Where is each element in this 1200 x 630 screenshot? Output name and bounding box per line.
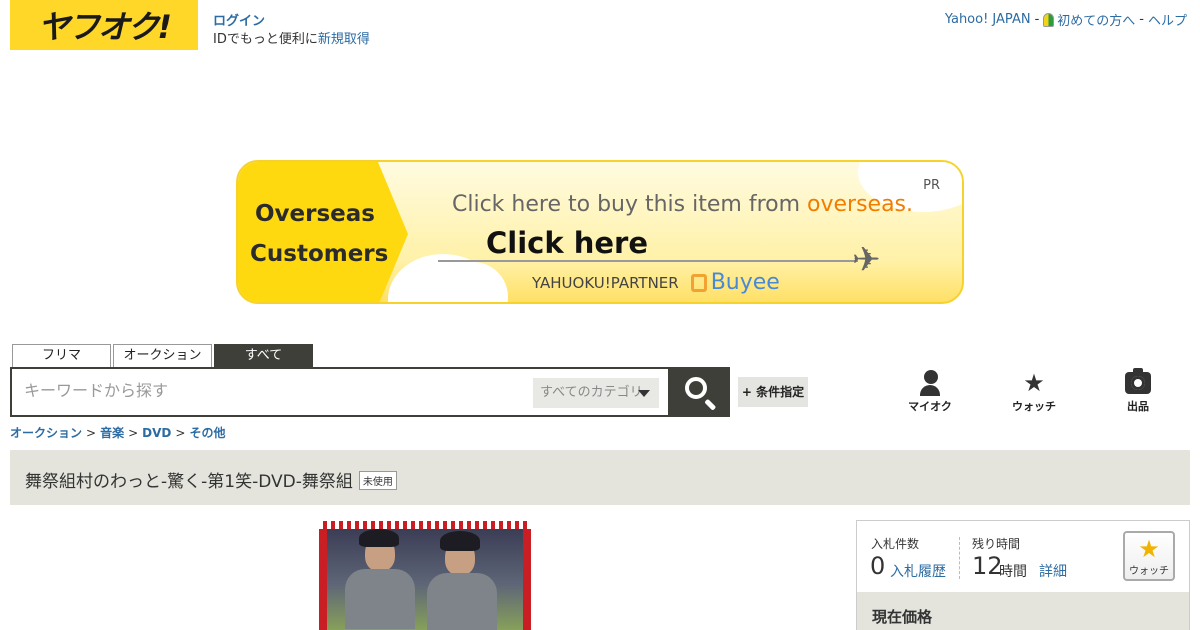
bids-count: 0: [870, 552, 886, 580]
current-price-title: 現在価格: [872, 608, 933, 626]
login-link[interactable]: ログイン: [213, 10, 265, 29]
item-title-bar: 舞祭組村のわっと-驚く-第1笑-DVD-舞祭組 未使用: [10, 450, 1190, 505]
beginner-link[interactable]: 初めての方へ: [1043, 10, 1135, 29]
item-title-text: 舞祭組村のわっと-驚く-第1笑-DVD-舞祭組: [25, 472, 353, 492]
partner-label: YAHUOKU!PARTNER: [532, 273, 679, 292]
camera-icon: [1125, 368, 1151, 394]
search-icon: [685, 377, 707, 399]
banner-click-here[interactable]: Click here: [486, 226, 648, 260]
watch-list-button[interactable]: ★ ウォッチ: [1004, 370, 1064, 414]
watch-button[interactable]: ★ ウォッチ: [1123, 531, 1175, 581]
star-icon: ★: [1138, 535, 1160, 563]
breadcrumb-music[interactable]: 音楽: [100, 426, 124, 440]
help-link[interactable]: ヘルプ: [1148, 10, 1187, 29]
person-figure: [440, 531, 480, 551]
breadcrumb-other[interactable]: その他: [189, 426, 225, 440]
person-figure: [359, 529, 399, 547]
breadcrumb-dvd[interactable]: DVD: [142, 426, 171, 440]
airplane-icon: ✈: [852, 240, 881, 280]
image-border-stripes: [319, 521, 531, 529]
chevron-down-icon: [638, 390, 650, 397]
banner-left-line1: Overseas: [255, 201, 375, 227]
myauc-label: マイオク: [908, 400, 952, 413]
time-left-value: 12: [972, 552, 1003, 580]
star-icon: ★: [1023, 369, 1045, 397]
search-input[interactable]: [24, 381, 524, 400]
watch-button-label: ウォッチ: [1129, 566, 1169, 577]
banner-headline-text: Click here to buy this item from: [452, 192, 808, 217]
breadcrumb: オークション > 音楽 > DVD > その他: [10, 424, 225, 441]
banner-partner: YAHUOKU!PARTNER Buyee: [532, 270, 780, 295]
bid-history-link[interactable]: 入札履歴: [890, 561, 946, 581]
category-select[interactable]: すべてのカテゴリ: [533, 378, 659, 408]
yahuoku-logo[interactable]: ヤフオク!: [10, 0, 198, 50]
time-left-label: 残り時間: [972, 537, 1021, 551]
banner-headline: Click here to buy this item from oversea…: [452, 192, 913, 217]
banner-left-text: Overseas Customers: [250, 194, 389, 274]
condition-button[interactable]: + 条件指定: [738, 377, 808, 407]
top-links-separator: -: [1139, 12, 1144, 27]
user-icon: [920, 370, 940, 396]
breadcrumb-separator: >: [128, 426, 139, 440]
banner-headline-accent: overseas.: [807, 192, 914, 217]
tab-auction[interactable]: オークション: [113, 344, 212, 368]
buyee-logo: Buyee: [690, 270, 780, 295]
item-title: 舞祭組村のわっと-驚く-第1笑-DVD-舞祭組 未使用: [25, 467, 397, 492]
id-prefix-text: IDでもっと便利に: [213, 32, 318, 47]
buyee-overseas-banner[interactable]: Overseas Customers PR Click here to buy …: [236, 160, 964, 304]
bid-info-panel: 入札件数 0 入札履歴 残り時間 12 時間 詳細 ★ ウォッチ 現在価格: [856, 520, 1190, 630]
id-signup-line: IDでもっと便利に新規取得: [213, 28, 370, 47]
buyee-bag-icon: [690, 273, 707, 292]
buyee-text: Buyee: [710, 270, 780, 295]
bids-label: 入札件数: [871, 537, 920, 551]
person-suit: [427, 573, 497, 630]
top-links: Yahoo! JAPAN - 初めての方へ - ヘルプ: [945, 10, 1187, 29]
breadcrumb-auction[interactable]: オークション: [10, 426, 82, 440]
pr-label: PR: [923, 178, 940, 193]
top-links-separator: -: [1034, 12, 1040, 27]
item-photo: [327, 529, 523, 630]
myauc-button[interactable]: マイオク: [900, 370, 960, 414]
time-left-unit: 時間: [999, 564, 1027, 580]
watch-list-label: ウォッチ: [1012, 400, 1056, 413]
yahoo-japan-link[interactable]: Yahoo! JAPAN: [945, 12, 1031, 27]
signup-link[interactable]: 新規取得: [318, 32, 370, 47]
panel-divider: [959, 537, 960, 579]
condition-badge: 未使用: [358, 471, 397, 490]
flight-path-line: [438, 260, 858, 262]
breadcrumb-separator: >: [86, 426, 97, 440]
search-button[interactable]: [668, 367, 730, 417]
sell-button[interactable]: 出品: [1108, 368, 1168, 414]
breadcrumb-separator: >: [175, 426, 186, 440]
banner-left-line2: Customers: [250, 241, 389, 267]
logo-text: ヤフオク!: [38, 8, 172, 46]
beginner-mark-icon: [1043, 13, 1055, 27]
sell-label: 出品: [1127, 400, 1149, 413]
person-suit: [345, 569, 415, 629]
beginner-link-label: 初めての方へ: [1057, 14, 1136, 29]
item-main-image[interactable]: [319, 521, 531, 630]
tab-all[interactable]: すべて: [214, 344, 313, 368]
search-type-tabs: フリマ オークション すべて: [12, 344, 313, 368]
time-detail-link[interactable]: 詳細: [1039, 561, 1067, 581]
category-select-value: すべてのカテゴリ: [540, 385, 643, 400]
current-price-header: 現在価格: [857, 592, 1189, 630]
tab-furima[interactable]: フリマ: [12, 344, 111, 368]
search-bar: すべてのカテゴリ: [10, 367, 670, 417]
